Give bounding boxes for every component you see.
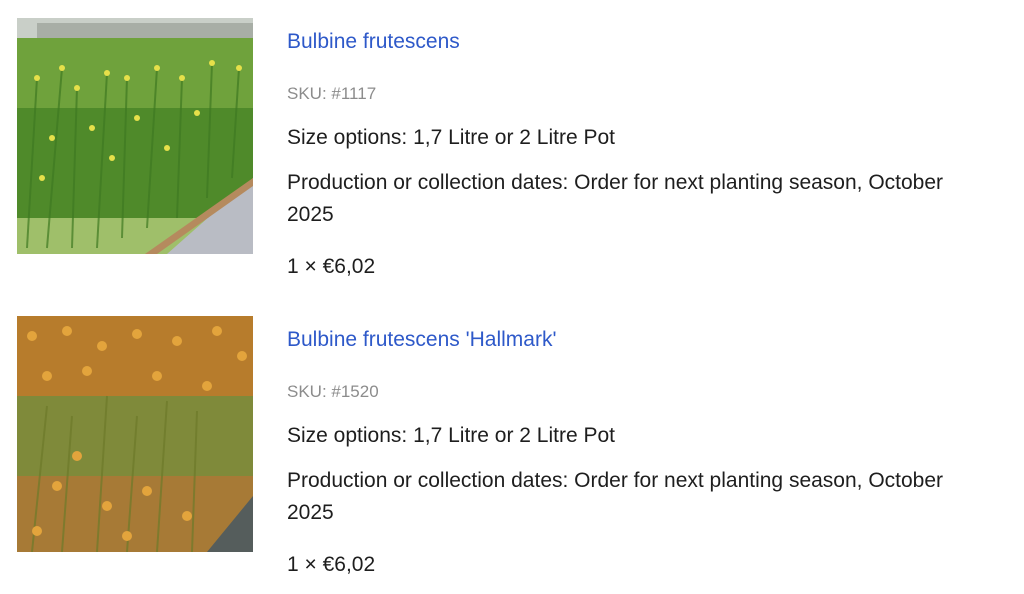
cart-item: Bulbine frutescens SKU: #1117 Size optio… — [0, 0, 1024, 290]
product-size-options: Size options: 1,7 Litre or 2 Litre Pot — [287, 424, 616, 447]
product-image[interactable] — [17, 316, 253, 552]
product-dates: Production or collection dates: Order fo… — [287, 171, 944, 226]
product-name-link[interactable]: Bulbine frutescens — [287, 30, 460, 54]
bulbine-orange-image — [17, 316, 253, 552]
product-dates: Production or collection dates: Order fo… — [287, 469, 944, 524]
bulbine-green-image — [17, 18, 253, 254]
product-price: 1 × €6,02 — [287, 255, 376, 278]
product-sku: SKU: #1520 — [287, 382, 379, 401]
cart-item: Bulbine frutescens 'Hallmark' SKU: #1520… — [0, 298, 1024, 588]
product-price: 1 × €6,02 — [287, 553, 376, 576]
product-image[interactable] — [17, 18, 253, 254]
product-size-options: Size options: 1,7 Litre or 2 Litre Pot — [287, 126, 616, 149]
product-sku: SKU: #1117 — [287, 84, 377, 103]
product-name-link[interactable]: Bulbine frutescens 'Hallmark' — [287, 328, 556, 352]
